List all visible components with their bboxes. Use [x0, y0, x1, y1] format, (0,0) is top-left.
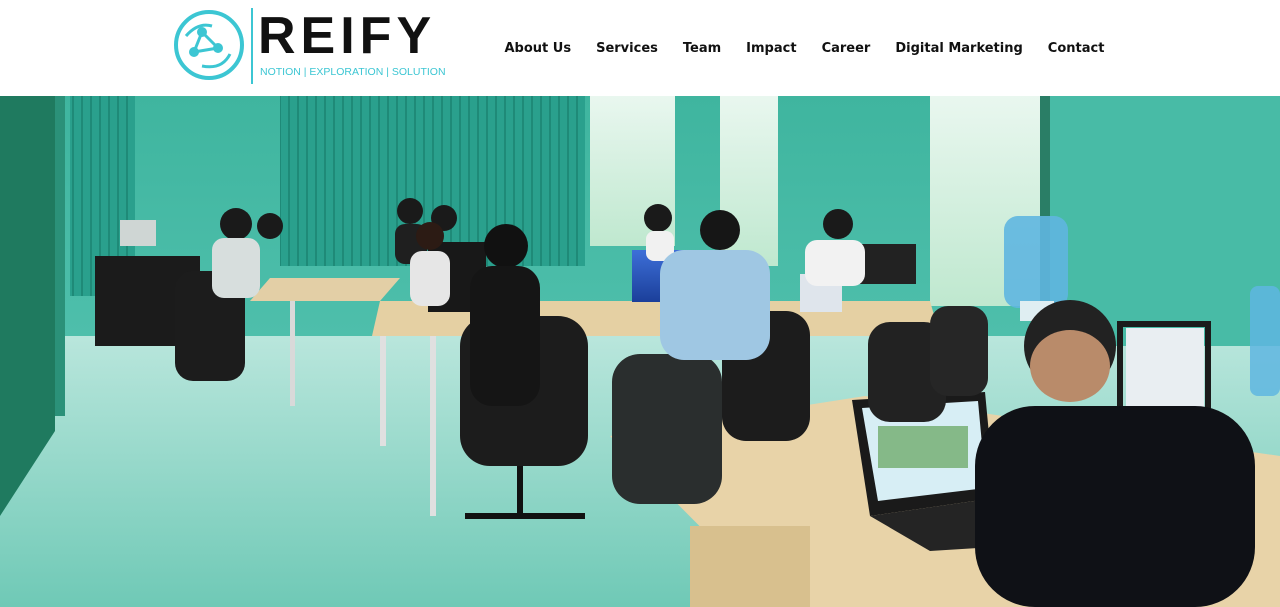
- nav-contact[interactable]: Contact: [1048, 41, 1105, 56]
- brand-name: REIFY: [258, 7, 437, 65]
- brand-logo[interactable]: REIFY NOTION | EXPLORATION | SOLUTION: [172, 6, 446, 86]
- main-nav: About Us Services Team Impact Career Dig…: [492, 36, 1117, 60]
- nav-services[interactable]: Services: [596, 41, 658, 56]
- nav-career[interactable]: Career: [822, 41, 871, 56]
- nav-digital-marketing[interactable]: Digital Marketing: [895, 41, 1022, 56]
- nav-impact[interactable]: Impact: [746, 41, 796, 56]
- hero-office-photo: [0, 96, 1280, 607]
- office-scene-illustration: [0, 96, 1280, 607]
- network-nodes-icon: [174, 10, 244, 80]
- site-header: REIFY NOTION | EXPLORATION | SOLUTION Ab…: [0, 0, 1280, 96]
- brand-tagline: NOTION | EXPLORATION | SOLUTION: [260, 66, 446, 78]
- nav-about-us[interactable]: About Us: [505, 41, 572, 56]
- nav-team[interactable]: Team: [683, 41, 721, 56]
- logo-divider: [251, 8, 253, 84]
